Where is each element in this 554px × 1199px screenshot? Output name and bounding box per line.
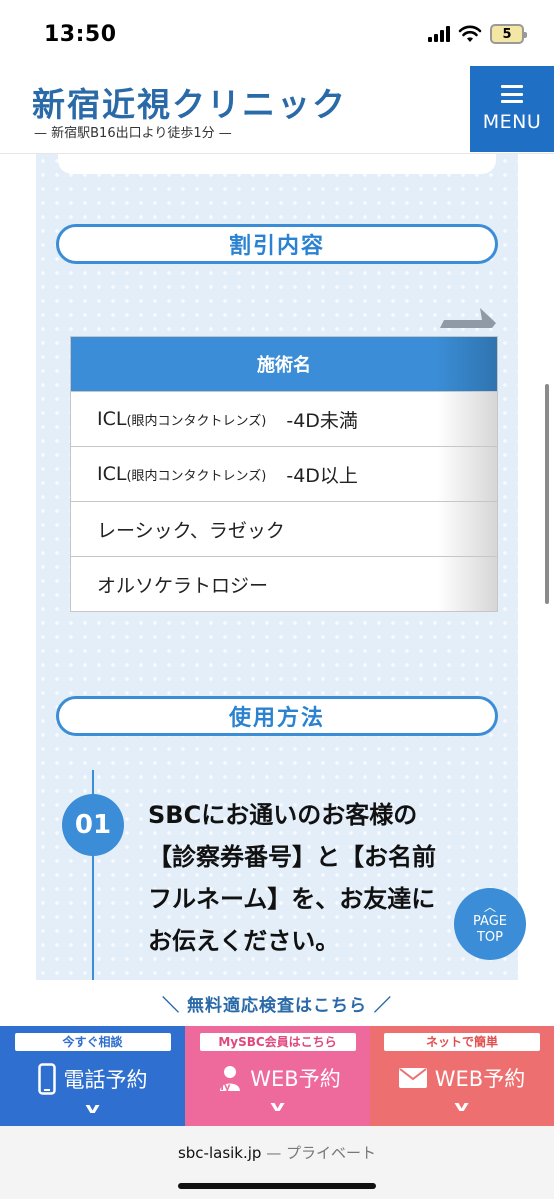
menu-button[interactable]: MENU [470, 66, 554, 152]
mail-icon [398, 1068, 427, 1088]
table-row: オルソケラトロジー [71, 556, 497, 611]
page-top-button[interactable]: ︿ PAGE TOP [454, 888, 526, 960]
cta-label: WEB予約 [434, 1067, 526, 1091]
site-header: 新宿近視クリニック — 新宿駅B16出口より徒歩1分 — MENU [0, 66, 554, 154]
browser-address-bar[interactable]: sbc-lasik.jp — プライベート [0, 1126, 554, 1199]
page-top-line2: TOP [476, 930, 503, 945]
menu-label: MENU [482, 111, 542, 133]
previous-card [58, 154, 496, 174]
phone-reservation-button[interactable]: 今すぐ相談 電話予約 v [0, 1026, 185, 1126]
usage-step: 01 SBCにお通いのお客様の【診察券番号】と【お名前フルネーム】を、お友達にお… [36, 770, 518, 980]
treatment-note: (眼内コンタクトレンズ) [126, 413, 267, 429]
member-icon: My [214, 1066, 241, 1091]
treatment-note: (眼内コンタクトレンズ) [126, 468, 267, 484]
home-indicator[interactable] [178, 1183, 376, 1189]
chevron-down-icon: v [454, 1099, 470, 1115]
chevron-down-icon: v [85, 1101, 100, 1117]
step-text: SBCにお通いのお客様の【診察券番号】と【お名前フルネーム】を、お友達にお伝えく… [148, 801, 436, 955]
status-time: 13:50 [44, 22, 117, 47]
cta-tag: 今すぐ相談 [14, 1033, 171, 1051]
cta-label: WEB予約 [250, 1067, 341, 1091]
clinic-logo[interactable]: 新宿近視クリニック [32, 78, 347, 126]
battery-icon: 5 [490, 24, 527, 44]
table-row: ICL (眼内コンタクトレンズ) -4D以上 [71, 446, 497, 501]
treatment-value: -4D未満 [286, 409, 358, 432]
scrollbar[interactable] [545, 384, 549, 604]
mysbc-web-reservation-button[interactable]: MySBC会員はこちら My WEB予約 v [185, 1026, 370, 1126]
status-icons: 5 [428, 24, 527, 44]
net-web-reservation-button[interactable]: ネットで簡単 WEB予約 v [370, 1026, 554, 1126]
treatment-name: ICL [97, 408, 127, 430]
chevron-down-icon: v [270, 1099, 285, 1115]
member-badge: My [214, 1082, 231, 1091]
url-text: sbc-lasik.jp [177, 1144, 262, 1162]
table-row: レーシック、ラゼック [71, 501, 497, 556]
status-bar: 13:50 5 [0, 0, 554, 66]
step-number: 01 [62, 794, 124, 856]
discount-table: 施術名 ICL (眼内コンタクトレンズ) -4D未満 ICL (眼内コンタクトレンズ)… [70, 336, 498, 612]
wifi-icon [458, 25, 482, 42]
url-display[interactable]: sbc-lasik.jp — プライベート [0, 1142, 554, 1163]
logo-subtitle: — 新宿駅B16出口より徒歩1分 — [34, 126, 232, 141]
treatment-name: レーシック、ラゼック [97, 519, 285, 542]
main-content: 割引内容 施術名 ICL (眼内コンタクトレンズ) -4D未満 ICL (眼内コンタク… [0, 154, 554, 980]
battery-level: 5 [502, 26, 512, 42]
cta-tag: ネットで簡単 [384, 1033, 540, 1051]
private-mode-label: — プライベート [266, 1144, 377, 1162]
treatment-value: -4D以上 [286, 464, 358, 487]
table-header: 施術名 [71, 337, 497, 391]
treatment-name: オルソケラトロジー [97, 574, 269, 597]
cta-label: 電話予約 [63, 1068, 148, 1092]
table-row: ICL (眼内コンタクトレンズ) -4D未満 [71, 391, 497, 446]
chevron-up-icon: ︿ [483, 900, 496, 914]
hamburger-icon [501, 85, 523, 103]
content-panel: 割引内容 施術名 ICL (眼内コンタクトレンズ) -4D未満 ICL (眼内コンタク… [36, 154, 518, 980]
cellular-signal-icon [428, 26, 450, 42]
cta-tag: MySBC会員はこちら [199, 1033, 356, 1051]
treatment-name: ICL [97, 463, 127, 485]
phone-icon [37, 1063, 56, 1095]
page-top-line1: PAGE [473, 914, 507, 929]
cta-bar: 今すぐ相談 電話予約 v MySBC会員はこちら My WEB予約 v ネットで… [0, 1026, 554, 1126]
discount-heading: 割引内容 [56, 224, 498, 264]
swipe-arrow-icon [440, 308, 496, 328]
usage-heading: 使用方法 [56, 696, 498, 736]
free-exam-banner[interactable]: ＼ 無料適応検査はこちら ／ [0, 980, 554, 1026]
